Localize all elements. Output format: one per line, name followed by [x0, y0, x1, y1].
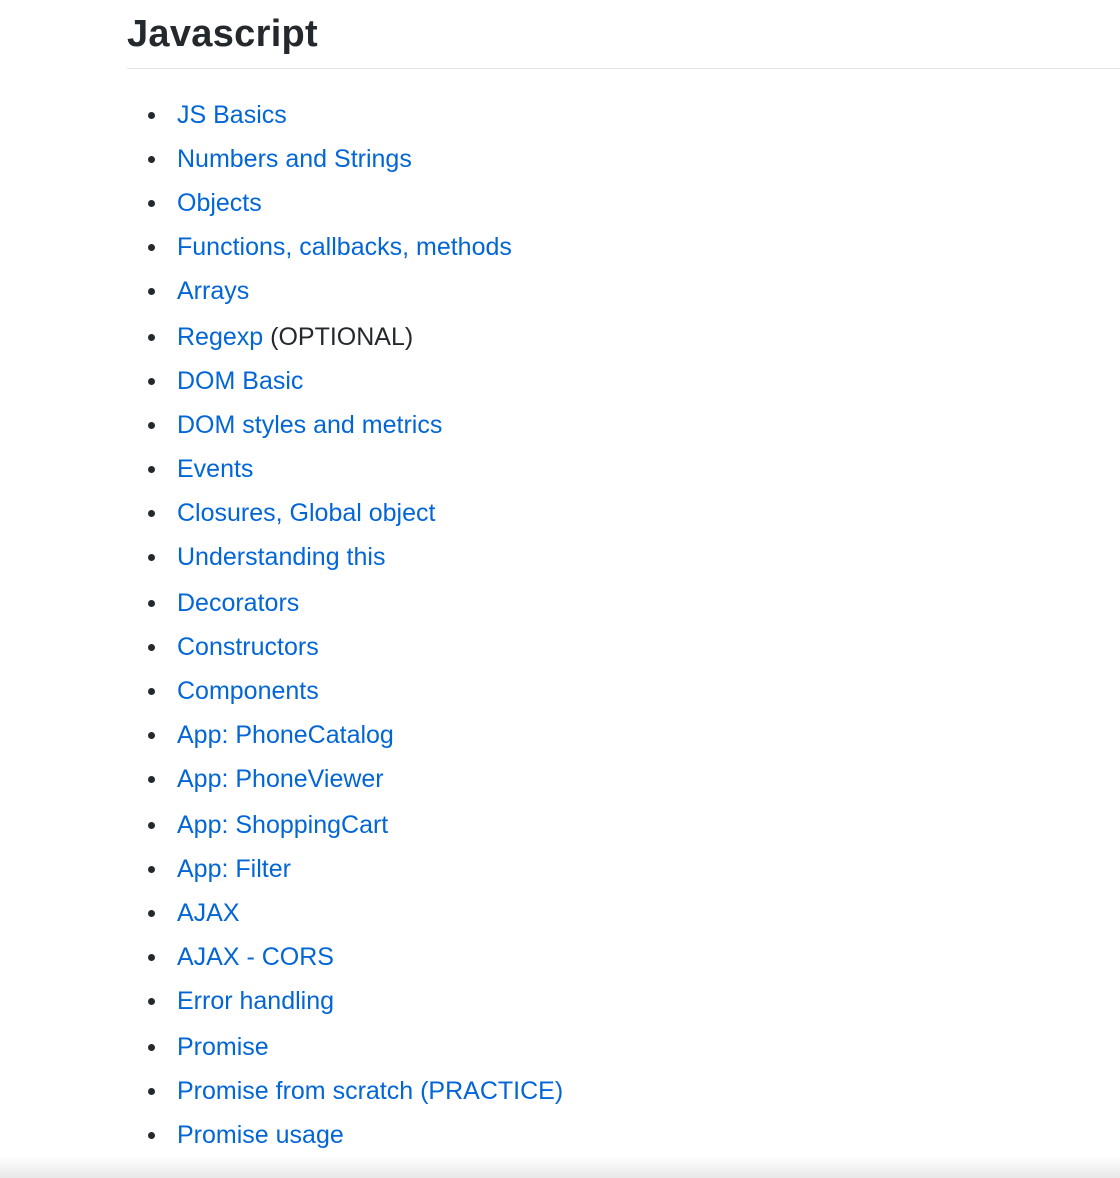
list-item: App: PhoneViewer: [148, 757, 563, 801]
topic-link[interactable]: Closures, Global object: [177, 499, 435, 527]
bullet-icon: [148, 1132, 155, 1139]
list-item: Regexp (OPTIONAL): [148, 315, 563, 359]
topic-link[interactable]: Regexp: [177, 323, 263, 351]
topic-link[interactable]: Error handling: [177, 987, 334, 1015]
bullet-icon: [148, 776, 155, 783]
bullet-icon: [148, 334, 155, 341]
bullet-icon: [148, 200, 155, 207]
topic-link[interactable]: Promise: [177, 1033, 269, 1061]
list-item: DOM Basic: [148, 359, 563, 403]
list-item: Understanding this: [148, 535, 563, 579]
topic-link[interactable]: App: Filter: [177, 855, 291, 883]
bullet-icon: [148, 688, 155, 695]
topic-link[interactable]: Functions, callbacks, methods: [177, 233, 512, 261]
topic-link[interactable]: App: PhoneViewer: [177, 765, 384, 793]
bullet-icon: [148, 112, 155, 119]
topic-note: (OPTIONAL): [263, 323, 414, 351]
topic-link[interactable]: Numbers and Strings: [177, 145, 412, 173]
heading-divider: [127, 68, 1120, 69]
bullet-icon: [148, 910, 155, 917]
list-item: Promise usage: [148, 1113, 563, 1157]
bullet-icon: [148, 422, 155, 429]
topic-link[interactable]: Events: [177, 455, 253, 483]
bullet-icon: [148, 822, 155, 829]
bullet-icon: [148, 554, 155, 561]
list-item: Components: [148, 669, 563, 713]
bullet-icon: [148, 600, 155, 607]
bullet-icon: [148, 510, 155, 517]
list-item: App: Filter: [148, 847, 563, 891]
list-item: JS Basics: [148, 93, 563, 137]
bullet-icon: [148, 378, 155, 385]
bullet-icon: [148, 244, 155, 251]
list-item: Decorators: [148, 581, 563, 625]
topic-link[interactable]: Promise usage: [177, 1121, 344, 1149]
list-item: Constructors: [148, 625, 563, 669]
list-item: Promise from scratch (PRACTICE): [148, 1069, 563, 1113]
bottom-edge-shadow: [0, 1156, 1120, 1178]
topic-link[interactable]: Constructors: [177, 633, 319, 661]
bullet-icon: [148, 998, 155, 1005]
topic-link[interactable]: Understanding this: [177, 543, 385, 571]
bullet-icon: [148, 1088, 155, 1095]
topic-link[interactable]: JS Basics: [177, 101, 287, 129]
list-item: Objects: [148, 181, 563, 225]
list-item: Events: [148, 447, 563, 491]
topic-link[interactable]: App: PhoneCatalog: [177, 721, 394, 749]
section-heading: Javascript: [127, 13, 319, 55]
list-item: DOM styles and metrics: [148, 403, 563, 447]
list-item: Numbers and Strings: [148, 137, 563, 181]
topic-link[interactable]: DOM styles and metrics: [177, 411, 442, 439]
topic-link[interactable]: Components: [177, 677, 319, 705]
bullet-icon: [148, 732, 155, 739]
topic-link[interactable]: Decorators: [177, 589, 299, 617]
list-item: AJAX - CORS: [148, 935, 563, 979]
topic-link[interactable]: Arrays: [177, 277, 249, 305]
list-item: AJAX: [148, 891, 563, 935]
topic-list: JS Basics Numbers and Strings Objects Fu…: [148, 93, 563, 1157]
topic-link[interactable]: AJAX - CORS: [177, 943, 334, 971]
topic-link[interactable]: DOM Basic: [177, 367, 303, 395]
bullet-icon: [148, 466, 155, 473]
bullet-icon: [148, 288, 155, 295]
topic-link[interactable]: Objects: [177, 189, 262, 217]
list-item: Promise: [148, 1025, 563, 1069]
list-item: App: ShoppingCart: [148, 803, 563, 847]
list-item: Functions, callbacks, methods: [148, 225, 563, 269]
topic-link[interactable]: Promise from scratch (PRACTICE): [177, 1077, 563, 1105]
bullet-icon: [148, 1044, 155, 1051]
bullet-icon: [148, 866, 155, 873]
list-item: Error handling: [148, 979, 563, 1023]
list-item: App: PhoneCatalog: [148, 713, 563, 757]
list-item: Arrays: [148, 269, 563, 313]
bullet-icon: [148, 954, 155, 961]
list-item: Closures, Global object: [148, 491, 563, 535]
bullet-icon: [148, 156, 155, 163]
bullet-icon: [148, 644, 155, 651]
topic-link[interactable]: AJAX: [177, 899, 240, 927]
topic-link[interactable]: App: ShoppingCart: [177, 811, 388, 839]
